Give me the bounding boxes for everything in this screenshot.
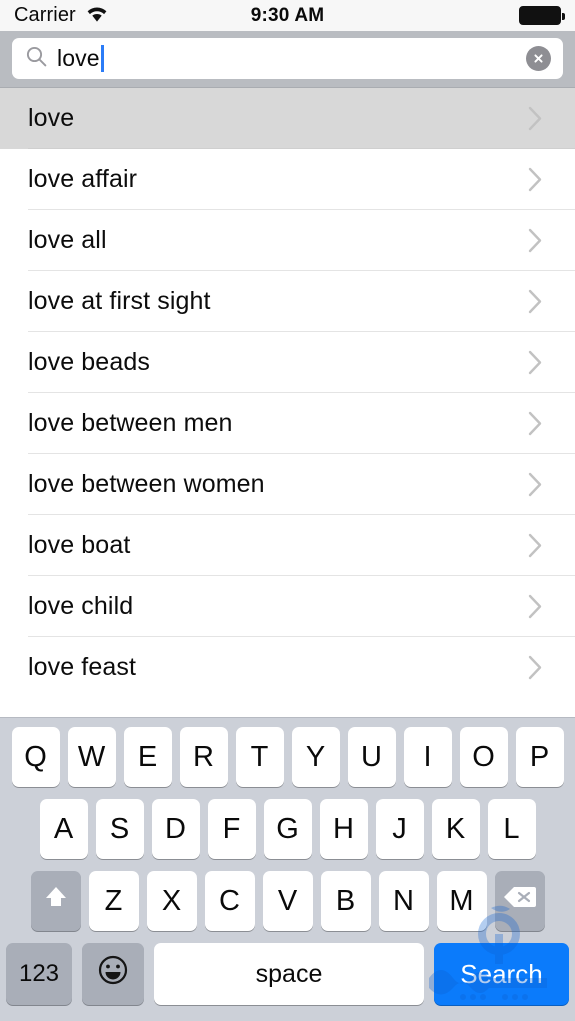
key-w[interactable]: W: [67, 727, 116, 787]
key-d[interactable]: D: [151, 799, 200, 859]
suggestion-row[interactable]: love affair: [0, 149, 575, 210]
space-key[interactable]: space: [154, 943, 424, 1005]
key-t[interactable]: T: [235, 727, 284, 787]
key-l[interactable]: L: [487, 799, 536, 859]
suggestion-label: love boat: [28, 531, 131, 559]
suggestion-row[interactable]: love child: [0, 576, 575, 637]
battery-full-icon: [519, 6, 565, 25]
key-x[interactable]: X: [146, 871, 197, 931]
suggestion-label: love between women: [28, 470, 265, 498]
clear-search-button[interactable]: [526, 46, 551, 71]
keyboard-row-2: ASDFGHJKL: [0, 799, 575, 859]
suggestion-label: love at first sight: [28, 287, 211, 315]
backspace-delete-icon: [503, 884, 537, 918]
chevron-right-icon: [528, 350, 542, 375]
keyboard-row-3-letters: ZXCVBNM: [88, 871, 487, 931]
search-query-text: love: [57, 45, 100, 71]
key-f[interactable]: F: [207, 799, 256, 859]
chevron-right-icon: [528, 655, 542, 680]
key-q[interactable]: Q: [11, 727, 60, 787]
search-icon: [25, 45, 48, 73]
chevron-right-icon: [528, 472, 542, 497]
search-bar-container: love: [0, 31, 575, 88]
on-screen-keyboard[interactable]: QWERTYUIOP ASDFGHJKL ZXCVBNM 123 space S…: [0, 717, 575, 1021]
suggestion-row[interactable]: love all: [0, 210, 575, 271]
key-g[interactable]: G: [263, 799, 312, 859]
suggestion-label: love feast: [28, 653, 137, 681]
backspace-key[interactable]: [494, 871, 545, 931]
suggestion-label: love all: [28, 226, 107, 254]
key-e[interactable]: E: [123, 727, 172, 787]
status-bar-left: Carrier: [14, 4, 110, 28]
key-s[interactable]: S: [95, 799, 144, 859]
phone-screen: Carrier 9:30 AM love love love affair lo…: [0, 0, 575, 1021]
chevron-right-icon: [528, 228, 542, 253]
status-bar: Carrier 9:30 AM: [0, 0, 575, 31]
suggestion-row[interactable]: love beads: [0, 332, 575, 393]
chevron-right-icon: [528, 289, 542, 314]
key-o[interactable]: O: [459, 727, 508, 787]
key-a[interactable]: A: [39, 799, 88, 859]
key-b[interactable]: B: [320, 871, 371, 931]
key-h[interactable]: H: [319, 799, 368, 859]
suggestion-row[interactable]: love boat: [0, 515, 575, 576]
key-i[interactable]: I: [403, 727, 452, 787]
key-k[interactable]: K: [431, 799, 480, 859]
wifi-icon: [84, 4, 110, 28]
search-input[interactable]: love: [12, 38, 563, 79]
chevron-right-icon: [528, 167, 542, 192]
suggestion-label: love beads: [28, 348, 150, 376]
status-bar-right: [519, 6, 565, 25]
search-text-wrapper: love: [57, 45, 526, 72]
shift-up-arrow-icon: [41, 882, 71, 920]
emoji-smiley-icon: [96, 953, 130, 995]
keyboard-row-1: QWERTYUIOP: [0, 727, 575, 787]
key-v[interactable]: V: [262, 871, 313, 931]
chevron-right-icon: [528, 106, 542, 131]
chevron-right-icon: [528, 533, 542, 558]
suggestion-row[interactable]: love between men: [0, 393, 575, 454]
key-n[interactable]: N: [378, 871, 429, 931]
text-cursor: [100, 45, 104, 72]
emoji-key[interactable]: [82, 943, 144, 1005]
suggestion-label: love: [28, 104, 75, 132]
suggestion-row[interactable]: love between women: [0, 454, 575, 515]
numbers-key[interactable]: 123: [6, 943, 72, 1005]
key-c[interactable]: C: [204, 871, 255, 931]
search-key[interactable]: Search: [434, 943, 569, 1005]
search-suggestions-list[interactable]: love love affair love all love at first sig…: [0, 88, 575, 693]
keyboard-row-4: 123 space Search: [0, 943, 575, 1005]
suggestion-label: love between men: [28, 409, 233, 437]
key-r[interactable]: R: [179, 727, 228, 787]
suggestion-row[interactable]: love feast: [0, 637, 575, 693]
suggestion-row[interactable]: love at first sight: [0, 271, 575, 332]
carrier-label: Carrier: [14, 4, 76, 26]
key-m[interactable]: M: [436, 871, 487, 931]
keyboard-row-3: ZXCVBNM: [0, 871, 575, 931]
chevron-right-icon: [528, 411, 542, 436]
chevron-right-icon: [528, 594, 542, 619]
key-y[interactable]: Y: [291, 727, 340, 787]
key-u[interactable]: U: [347, 727, 396, 787]
suggestion-label: love child: [28, 592, 134, 620]
suggestion-label: love affair: [28, 165, 138, 193]
key-j[interactable]: J: [375, 799, 424, 859]
key-p[interactable]: P: [515, 727, 564, 787]
shift-key[interactable]: [30, 871, 81, 931]
key-z[interactable]: Z: [88, 871, 139, 931]
suggestion-row[interactable]: love: [0, 88, 575, 149]
